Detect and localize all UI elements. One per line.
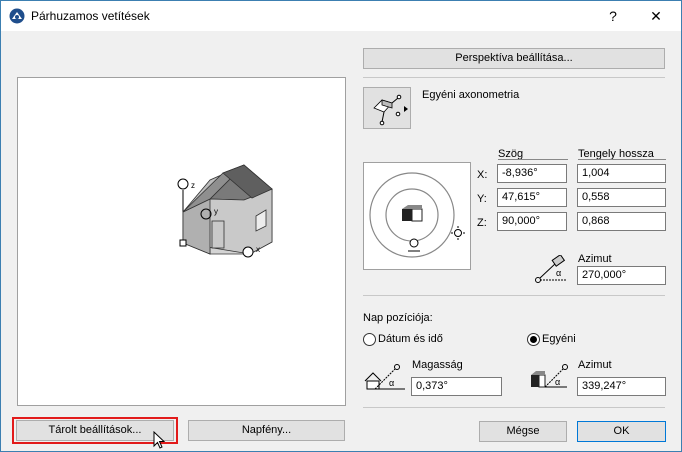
projection-preview: z y x	[17, 77, 346, 406]
axis-label-x: x	[256, 245, 260, 254]
radio-date-time[interactable]	[363, 333, 376, 346]
sun-azimuth-label: Azimut	[578, 359, 612, 371]
sun-azimuth-icon: α	[531, 364, 568, 388]
projection-type-label: Egyéni axonometria	[422, 89, 520, 101]
projection-type-selector[interactable]	[363, 87, 411, 129]
z-length-field[interactable]: 0,868	[577, 212, 666, 231]
divider	[363, 295, 665, 296]
app-icon	[9, 8, 25, 24]
sun-azimuth-field[interactable]: 339,247°	[577, 377, 666, 396]
help-button[interactable]: ?	[601, 6, 625, 26]
radio-custom[interactable]	[527, 333, 540, 346]
perspective-settings-button[interactable]: Perspektíva beállítása...	[363, 48, 665, 69]
sun-height-field[interactable]: 0,373°	[411, 377, 502, 396]
cancel-button[interactable]: Mégse	[479, 421, 567, 442]
axis-y-label: Y:	[477, 193, 487, 205]
x-angle-field[interactable]: -8,936°	[497, 164, 567, 183]
divider	[363, 407, 665, 408]
azimuth-field[interactable]: 270,000°	[577, 266, 666, 285]
axis-z-label: Z:	[477, 217, 487, 229]
divider	[578, 159, 666, 160]
sun-height-icon: α	[364, 364, 405, 390]
svg-text:α: α	[389, 378, 394, 388]
radio-selected-dot	[530, 336, 537, 343]
x-length-field[interactable]: 1,004	[577, 164, 666, 183]
view-orbit-control[interactable]	[363, 162, 471, 270]
axis-x-label: X:	[477, 169, 488, 181]
house-preview-graphic: z y x	[177, 164, 273, 258]
divider	[363, 77, 665, 78]
azimuth-camera-icon: α	[535, 255, 566, 283]
azimuth-label: Azimut	[578, 253, 612, 265]
y-length-field[interactable]: 0,558	[577, 188, 666, 207]
sun-position-label: Nap pozíciója:	[363, 312, 433, 324]
window-title: Párhuzamos vetítések	[31, 9, 150, 23]
mouse-cursor-icon	[153, 431, 166, 449]
stored-settings-button[interactable]: Tárolt beállítások...	[16, 420, 174, 441]
radio-date-time-label: Dátum és idő	[378, 333, 443, 345]
axis-label-z: z	[191, 181, 195, 190]
axonometry-icon	[373, 94, 408, 126]
svg-text:α: α	[555, 377, 560, 387]
y-angle-field[interactable]: 47,615°	[497, 188, 567, 207]
radio-custom-label: Egyéni	[542, 333, 576, 345]
z-angle-field[interactable]: 90,000°	[497, 212, 567, 231]
sun-height-label: Magasság	[412, 359, 463, 371]
close-icon[interactable]: ✕	[641, 6, 671, 26]
dialog-window: Párhuzamos vetítések ? ✕ z y x Perspektí…	[0, 0, 682, 452]
title-bar: Párhuzamos vetítések ? ✕	[1, 1, 681, 31]
divider	[498, 159, 568, 160]
ok-button[interactable]: OK	[577, 421, 666, 442]
svg-text:α: α	[556, 268, 561, 278]
axis-label-y: y	[214, 207, 218, 216]
orbit-icon	[369, 172, 465, 258]
sunlight-button[interactable]: Napfény...	[188, 420, 345, 441]
